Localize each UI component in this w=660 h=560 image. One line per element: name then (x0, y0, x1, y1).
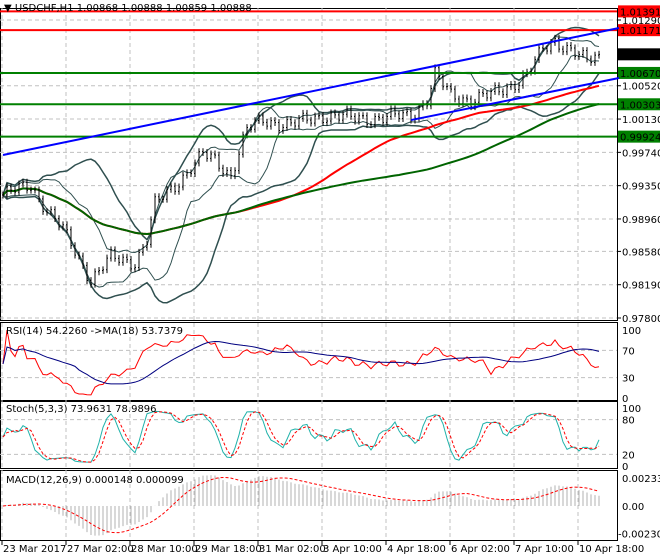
price-tag-label: 0.99924 (620, 133, 660, 144)
x-tick-label: 31 Mar 02:00 (259, 544, 326, 555)
x-tick-label: 10 Apr 18:00 (579, 544, 644, 555)
x-tick-label: 29 Mar 18:00 (195, 544, 262, 555)
y-tick-label: 0.00 (622, 502, 644, 513)
x-tick-label: 3 Apr 10:00 (323, 544, 382, 555)
x-tick-label: 28 Mar 10:00 (131, 544, 198, 555)
x-tick-label: 23 Mar 2017 (3, 544, 66, 555)
rsi-line (2, 329, 600, 396)
y-tick-label: 0.98580 (622, 247, 660, 258)
y-tick-label: 0.99740 (622, 148, 660, 159)
y-tick-label: -0.002306 (618, 530, 660, 541)
y-tick-label: 30 (622, 374, 635, 385)
chart-header: ▼ USDCHF,H1 1.00868 1.00888 1.00859 1.00… (4, 3, 252, 14)
y-tick-label: 0.98960 (622, 215, 660, 226)
y-tick-label: 20 (622, 450, 635, 461)
ohlc-values: 1.00868 1.00888 1.00859 1.00888 (76, 3, 252, 14)
bollinger-upper (2, 26, 600, 241)
y-tick-label: 1.00130 (622, 115, 660, 126)
bollinger-inner-lower (2, 54, 600, 288)
x-tick-label: 6 Apr 02:00 (451, 544, 510, 555)
y-tick-label: 0.97800 (622, 314, 660, 325)
y-tick-label: 0.99350 (622, 182, 660, 193)
y-tick-label: 80 (622, 416, 635, 427)
price-tag-label: 1.00303 (620, 100, 660, 111)
price-tag-label: 1.01171 (620, 26, 660, 37)
price-tag-label: 1.00670 (620, 69, 660, 80)
y-tick-label: 0.002334 (622, 474, 660, 485)
price-tag-label: 1.01391 (620, 7, 660, 18)
x-tick-label: 4 Apr 18:00 (387, 544, 446, 555)
price-tag-label: 1.00888 (620, 50, 660, 61)
y-tick-label: 100 (622, 404, 641, 415)
y-tick-label: 70 (622, 346, 635, 357)
x-tick-label: 27 Mar 02:00 (67, 544, 134, 555)
y-tick-label: 0 (622, 462, 628, 473)
rsi-title: RSI(14) 54.2260 ->MA(18) 53.7379 (6, 326, 183, 337)
stoch-title: Stoch(5,3,3) 73.9631 78.9896 (6, 404, 157, 415)
symbol-label: USDCHF,H1 (14, 3, 74, 14)
y-tick-label: 1.00520 (622, 82, 660, 93)
y-tick-label: 100 (622, 326, 641, 337)
chart-window: 23 Mar 2017 27 Mar 02:00 28 Mar 10:00 29 Ma… (0, 0, 660, 560)
panel-frame (0, 8, 618, 321)
x-tick-label: 7 Apr 10:00 (515, 544, 574, 555)
ma-green (2, 103, 600, 236)
macd-title: MACD(12,26,9) 0.000148 0.000099 (6, 475, 184, 486)
y-tick-label: 0.98190 (622, 281, 660, 292)
dropdown-triangle-icon[interactable]: ▼ (4, 3, 15, 14)
